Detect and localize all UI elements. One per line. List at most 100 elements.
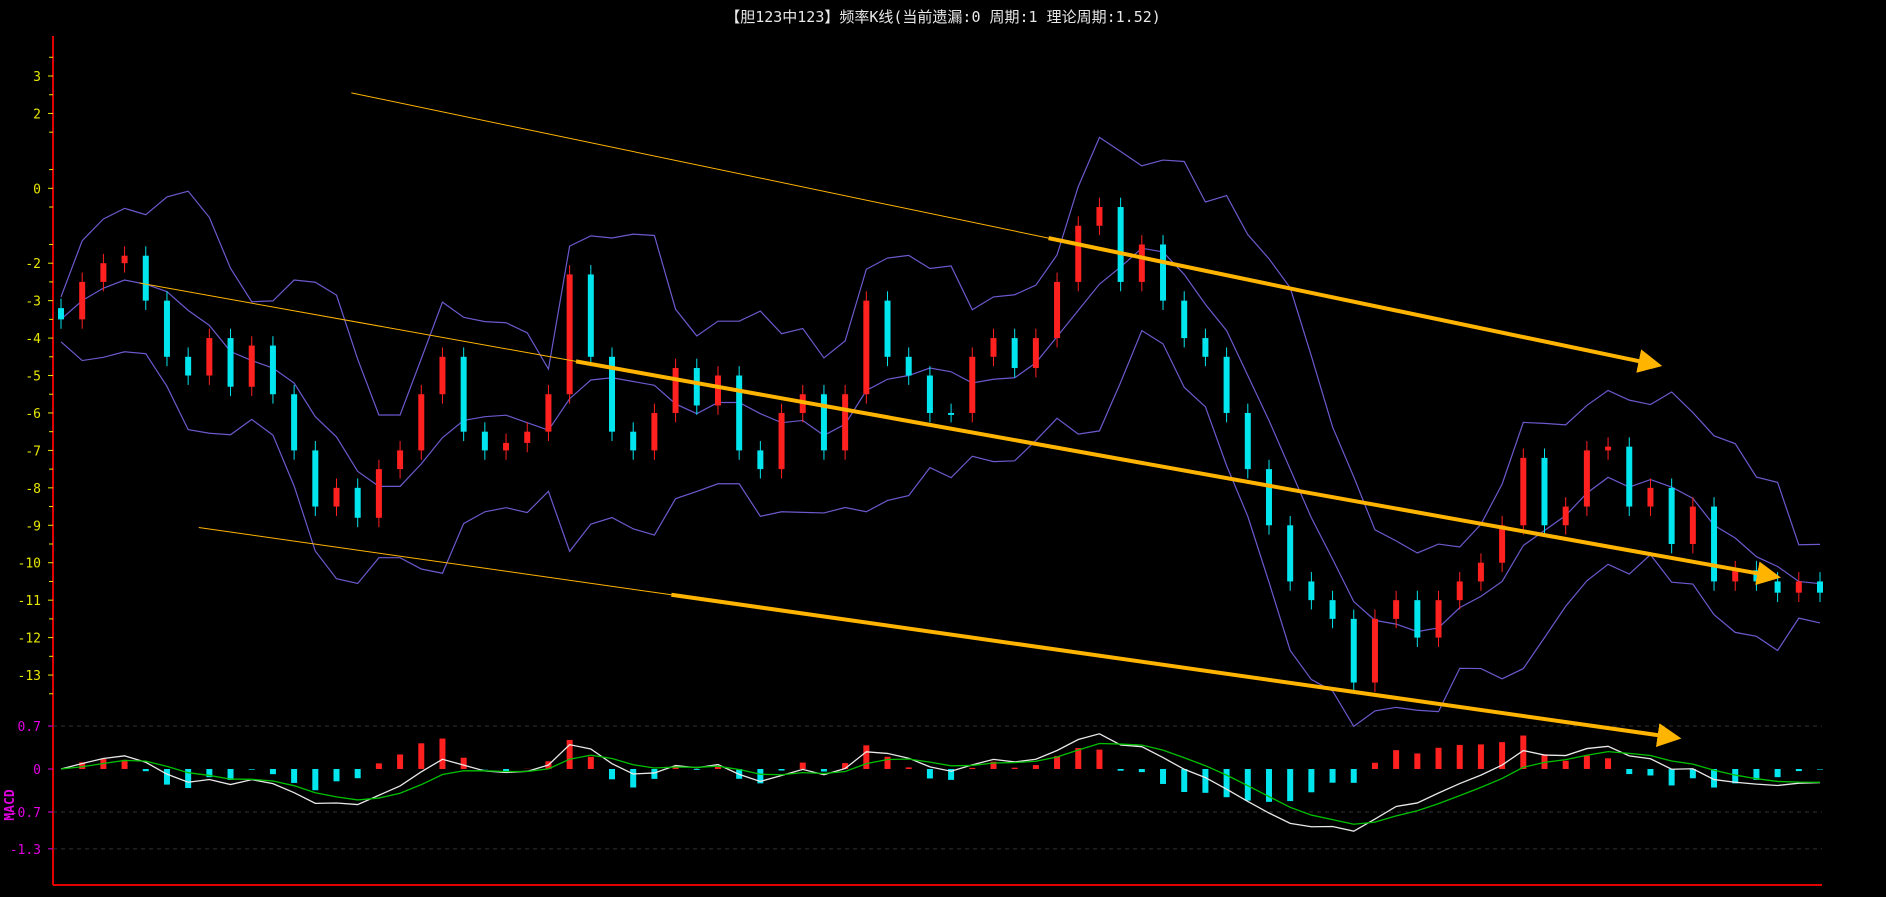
macd-histogram-bar	[460, 757, 467, 769]
candle-down	[291, 394, 298, 451]
candle-up	[418, 394, 425, 451]
macd-histogram-bar	[1160, 769, 1167, 784]
macd-histogram-bar	[397, 754, 404, 769]
macd-histogram-bar	[1583, 755, 1590, 769]
macd-histogram-bar	[630, 769, 637, 788]
candle-up	[1456, 581, 1463, 601]
y-tick-label: 0	[33, 182, 41, 197]
candle-down	[587, 274, 594, 357]
candle-down	[1308, 581, 1315, 601]
trendline-thin	[198, 527, 672, 596]
candle-up	[566, 274, 573, 395]
candle-down	[1011, 338, 1018, 369]
band-lower	[60, 329, 1821, 728]
band-middle	[60, 247, 1821, 633]
macd-histogram-bar	[439, 738, 446, 769]
macd-histogram-bar	[1117, 769, 1124, 771]
candle-down	[736, 375, 743, 451]
macd-histogram-bar	[1287, 769, 1294, 802]
y-tick-label: -3	[25, 295, 41, 310]
candle-up	[1795, 581, 1802, 593]
macd-histogram-bar	[651, 769, 658, 779]
macd-histogram-bar	[1795, 769, 1802, 772]
macd-histogram-bar	[1181, 769, 1188, 792]
macd-histogram-bar	[1350, 769, 1357, 783]
macd-histogram-bar	[884, 756, 891, 769]
macd-histogram-bar	[312, 769, 319, 791]
candle-down	[1117, 207, 1124, 282]
candle-up	[79, 281, 86, 320]
macd-tick-label: 0	[33, 763, 41, 778]
macd-histogram-bar	[1329, 769, 1336, 783]
macd-dif-line	[60, 733, 1821, 832]
candle-up	[545, 394, 552, 432]
y-tick-label: -10	[18, 557, 41, 572]
y-tick-label: -6	[25, 407, 41, 422]
candle-down	[1181, 300, 1188, 339]
candle-down	[269, 345, 276, 395]
candle-down	[884, 300, 891, 357]
candle-up	[651, 412, 658, 451]
candle-up	[100, 263, 107, 282]
candle-down	[481, 431, 488, 451]
candle-down	[1265, 469, 1272, 526]
candle-down	[163, 300, 170, 357]
macd-histogram-bar	[418, 743, 425, 769]
macd-histogram-bar	[1817, 769, 1823, 770]
macd-histogram-bar	[1732, 769, 1739, 784]
candle-down	[1414, 600, 1421, 638]
macd-histogram-bar	[248, 769, 255, 770]
macd-histogram-bar	[1414, 753, 1421, 769]
candle-up	[714, 375, 721, 406]
macd-histogram-bar	[291, 769, 298, 783]
candle-down	[1711, 506, 1718, 582]
macd-histogram-bar	[1435, 747, 1442, 769]
y-tick-label: -5	[25, 370, 41, 385]
candle-up	[1371, 618, 1378, 683]
candle-down	[1668, 487, 1675, 544]
macd-histogram-bar	[1668, 769, 1675, 786]
candle-down	[757, 450, 764, 470]
macd-histogram-bar	[1054, 756, 1061, 769]
candle-up	[1562, 506, 1569, 526]
macd-histogram-bar	[354, 769, 361, 779]
candle-down	[185, 356, 192, 376]
y-tick-label: -12	[18, 632, 41, 647]
candle-up	[1605, 446, 1612, 451]
candle-down	[142, 255, 149, 301]
candle-down	[1817, 581, 1823, 593]
candle-up	[778, 412, 785, 470]
trendline-arrow	[575, 359, 1781, 586]
candle-up	[1689, 506, 1696, 544]
candle-down	[948, 412, 955, 415]
candle-down	[1244, 412, 1251, 470]
trendline-thin	[351, 92, 1049, 239]
candle-up	[1583, 450, 1590, 507]
candle-down	[1160, 244, 1167, 301]
candle-down	[820, 394, 827, 451]
candle-up	[1477, 562, 1484, 582]
macd-histogram-bar	[587, 756, 594, 769]
macd-histogram-bar	[1456, 744, 1463, 769]
macd-histogram-bar	[820, 769, 827, 772]
candle-up	[1435, 600, 1442, 638]
y-tick-label: -13	[18, 669, 41, 684]
macd-histogram-bar	[609, 769, 616, 780]
macd-histogram-bar	[799, 762, 806, 769]
candle-up	[990, 338, 997, 357]
candle-up	[969, 356, 976, 413]
macd-histogram-bar	[926, 769, 933, 779]
candle-down	[1350, 618, 1357, 683]
macd-histogram-bar	[778, 769, 785, 771]
macd-histogram-bar	[1477, 744, 1484, 769]
macd-histogram-bar	[863, 745, 870, 769]
candle-down	[926, 375, 933, 413]
candle-up	[1647, 487, 1654, 507]
candle-up	[1520, 457, 1527, 526]
candle-up	[333, 487, 340, 507]
candle-down	[693, 368, 700, 406]
y-tick-label: -11	[18, 594, 41, 609]
candle-up	[439, 356, 446, 395]
y-tick-label: -8	[25, 482, 41, 497]
y-tick-label: -7	[25, 444, 41, 459]
